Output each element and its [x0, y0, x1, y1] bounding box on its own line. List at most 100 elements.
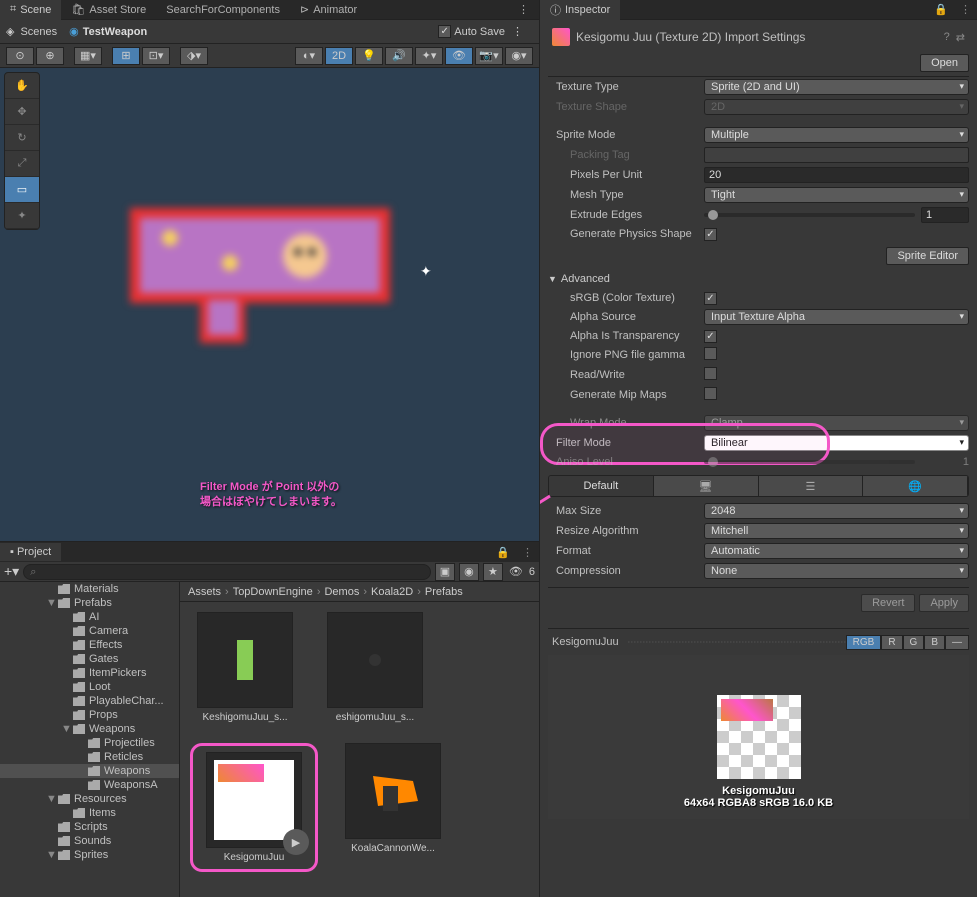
tree-item[interactable]: Items [0, 806, 179, 820]
project-tree[interactable]: Materials▼PrefabsAICameraEffectsGatesIte… [0, 582, 180, 897]
tool-shade[interactable]: ⬗▾ [180, 47, 208, 65]
tree-item[interactable]: Camera [0, 624, 179, 638]
crumb[interactable]: Demos [324, 586, 359, 598]
tool-move[interactable]: ✥ [5, 99, 39, 125]
search-save[interactable]: ★ [483, 563, 503, 581]
tab-animator[interactable]: ⊳Animator [290, 0, 367, 20]
preview-rgb[interactable]: RGB [846, 635, 882, 650]
grid-item[interactable]: KeshigomuJuu_s... [190, 612, 300, 723]
tool-hidden[interactable]: 👁 [445, 47, 473, 65]
platform-default[interactable]: Default [549, 476, 654, 496]
tool-2d[interactable]: 2D [325, 47, 353, 65]
advanced-header[interactable]: ▼Advanced [548, 269, 969, 289]
grid-item[interactable]: ▶KesigomuJuu [199, 752, 309, 863]
search-filter-type[interactable]: ▣ [435, 563, 455, 581]
scene-view[interactable]: ✋ ✥ ↻ ⤢ ▭ ✦ ✦ Filter Mode が Point 以外の 場合… [0, 68, 539, 541]
extrude-slider[interactable] [704, 213, 915, 217]
tree-item[interactable]: Weapons [0, 764, 179, 778]
preset-icon[interactable]: ⇄ [956, 31, 965, 44]
project-search-input[interactable] [23, 564, 431, 580]
tool-rotate[interactable]: ↻ [5, 125, 39, 151]
tool-camera[interactable]: 📷▾ [475, 47, 503, 65]
resize-dropdown[interactable]: Mitchell [704, 523, 969, 539]
tree-item[interactable]: ▼Sprites [0, 848, 179, 862]
project-grid[interactable]: KeshigomuJuu_s...eshigomuJuu_s...▶Kesigo… [180, 602, 539, 897]
tree-item[interactable]: ▼Resources [0, 792, 179, 806]
tool-hand[interactable]: ✋ [5, 73, 39, 99]
ignore-png-checkbox[interactable] [704, 347, 717, 360]
tool-rect[interactable]: ▭ [5, 177, 39, 203]
crumb[interactable]: TopDownEngine [233, 586, 313, 598]
tree-item[interactable]: Materials [0, 582, 179, 596]
tool-snap[interactable]: ⊞ [112, 47, 140, 65]
tool-grid[interactable]: ▦▾ [74, 47, 102, 65]
tool-local[interactable]: ⊕ [36, 47, 64, 65]
preview-image[interactable]: KesigomuJuu 64x64 RGBA8 sRGB 16.0 KB [548, 655, 969, 819]
tree-item[interactable]: ▼Weapons [0, 722, 179, 736]
open-button[interactable]: Open [920, 54, 969, 72]
grid-item[interactable]: eshigomuJuu_s... [320, 612, 430, 723]
help-icon[interactable]: ? [944, 31, 950, 43]
tool-pivot[interactable]: ⊙ [6, 47, 34, 65]
sprite-editor-button[interactable]: Sprite Editor [886, 247, 969, 265]
preview-b[interactable]: B [924, 635, 945, 650]
auto-save-checkbox[interactable] [438, 25, 451, 38]
tree-item[interactable]: Effects [0, 638, 179, 652]
tree-item[interactable]: Gates [0, 652, 179, 666]
format-dropdown[interactable]: Automatic [704, 543, 969, 559]
alpha-trans-checkbox[interactable] [704, 330, 717, 343]
tool-transform[interactable]: ✦ [5, 203, 39, 229]
tool-gizmos[interactable]: ◉▾ [505, 47, 533, 65]
tree-item[interactable]: WeaponsA [0, 778, 179, 792]
search-filter-label[interactable]: ◉ [459, 563, 479, 581]
extrude-value[interactable] [921, 207, 969, 223]
crumb[interactable]: Prefabs [425, 586, 463, 598]
tab-inspector[interactable]: ⓘInspector [540, 0, 620, 20]
filter-mode-dropdown[interactable]: Bilinear [704, 435, 969, 451]
tab-search-components[interactable]: SearchForComponents [156, 0, 290, 20]
tab-menu[interactable]: ⋮ [508, 0, 539, 20]
tree-item[interactable]: Sounds [0, 834, 179, 848]
tab-asset-store[interactable]: 🛍Asset Store [61, 0, 156, 20]
tree-item[interactable]: Scripts [0, 820, 179, 834]
tab-project[interactable]: ▪ Project [0, 543, 61, 561]
preview-r[interactable]: R [881, 635, 902, 650]
apply-button[interactable]: Apply [919, 594, 969, 612]
crumb[interactable]: Koala2D [371, 586, 413, 598]
tool-light[interactable]: 💡 [355, 47, 383, 65]
tree-item[interactable]: ▼Prefabs [0, 596, 179, 610]
ppu-input[interactable] [704, 167, 969, 183]
sprite-mode-dropdown[interactable]: Multiple [704, 127, 969, 143]
crumb[interactable]: Assets [188, 586, 221, 598]
tree-item[interactable]: PlayableChar... [0, 694, 179, 708]
tree-item[interactable]: Reticles [0, 750, 179, 764]
tree-item[interactable]: Props [0, 708, 179, 722]
preview-mip[interactable]: — [945, 635, 969, 650]
preview-g[interactable]: G [903, 635, 925, 650]
mipmaps-checkbox[interactable] [704, 387, 717, 400]
tab-scene[interactable]: ⌗Scene [0, 0, 61, 20]
hidden-icon[interactable]: 👁 [507, 565, 525, 578]
tree-item[interactable]: AI [0, 610, 179, 624]
tree-item[interactable]: ItemPickers [0, 666, 179, 680]
alpha-source-dropdown[interactable]: Input Texture Alpha [704, 309, 969, 325]
platform-server[interactable]: ☰ [759, 476, 864, 496]
tool-fx[interactable]: ✦▾ [415, 47, 443, 65]
tree-item[interactable]: Loot [0, 680, 179, 694]
revert-button[interactable]: Revert [861, 594, 915, 612]
tool-draw-mode[interactable]: ◐▾ [295, 47, 323, 65]
platform-webgl[interactable]: 🌐 [863, 476, 968, 496]
srgb-checkbox[interactable] [704, 292, 717, 305]
grid-item[interactable]: KoalaCannonWe... [338, 743, 448, 854]
inspector-lock[interactable]: 🔒 [928, 3, 954, 16]
readwrite-checkbox[interactable] [704, 367, 717, 380]
tool-scale[interactable]: ⤢ [5, 151, 39, 177]
aniso-slider[interactable] [704, 460, 915, 464]
maxsize-dropdown[interactable]: 2048 [704, 503, 969, 519]
tree-item[interactable]: Projectiles [0, 736, 179, 750]
gen-physics-checkbox[interactable] [704, 228, 717, 241]
mesh-type-dropdown[interactable]: Tight [704, 187, 969, 203]
wrap-mode-dropdown[interactable]: Clamp [704, 415, 969, 431]
project-lock[interactable]: 🔒 [490, 546, 516, 559]
tool-snap-inc[interactable]: ⊡▾ [142, 47, 170, 65]
